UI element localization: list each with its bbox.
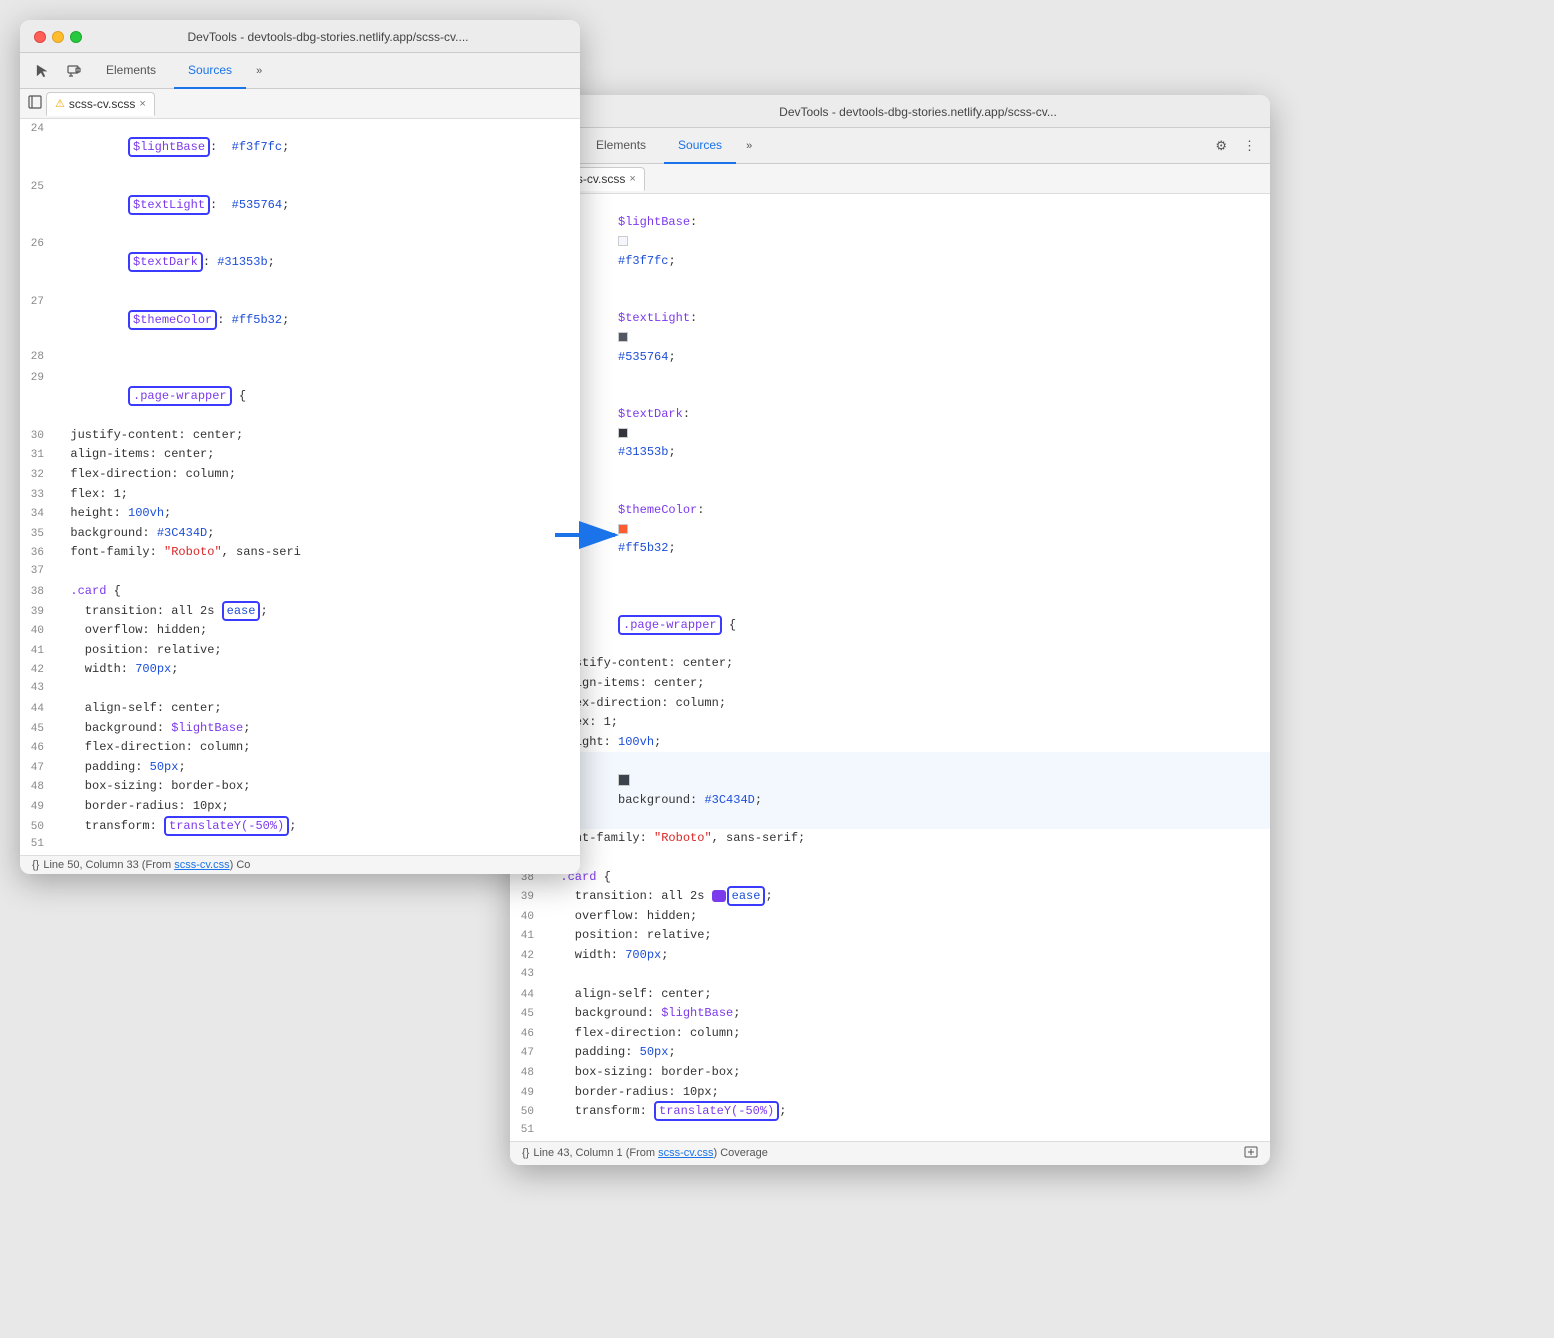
back-status-bar: {} Line 43, Column 1 (From scss-cv.css) …	[510, 1141, 1270, 1165]
back-status-icon[interactable]	[1244, 1145, 1258, 1162]
front-titlebar: DevTools - devtools-dbg-stories.netlify.…	[20, 20, 580, 53]
windows-container: DevTools - devtools-dbg-stories.netlify.…	[20, 20, 580, 874]
code-line-back-51: 51	[510, 1122, 1270, 1141]
code-line-back-34: 34 height: 100vh;	[510, 733, 1270, 753]
back-file-tabbar: ⚠ scss-cv.scss ×	[510, 164, 1270, 194]
code-line-front-41: 41 position: relative;	[20, 641, 580, 661]
back-status-braces: {}	[522, 1147, 529, 1159]
code-line-back-25: 25 $textLight: #535764;	[510, 290, 1270, 386]
front-devtools-tabbar: Elements Sources »	[20, 53, 580, 89]
code-line-front-40: 40 overflow: hidden;	[20, 621, 580, 641]
code-line-back-38: 38 .card {	[510, 868, 1270, 888]
front-cursor-icon[interactable]	[28, 57, 56, 85]
front-warning-icon: ⚠	[55, 97, 65, 110]
front-yellow-light[interactable]	[52, 31, 64, 43]
code-line-back-32: 32 flex-direction: column;	[510, 694, 1270, 714]
code-line-front-26: 26 $textDark: #31353b;	[20, 234, 580, 292]
code-line-back-37: 37	[510, 849, 1270, 868]
front-tab-more[interactable]: »	[250, 61, 268, 81]
front-sidebar-icon[interactable]	[28, 95, 42, 112]
front-red-light[interactable]	[34, 31, 46, 43]
code-line-front-43: 43	[20, 680, 580, 699]
back-titlebar: DevTools - devtools-dbg-stories.netlify.…	[510, 95, 1270, 128]
code-line-front-50: 50 transform: translateY(-50%);	[20, 817, 580, 837]
front-traffic-lights	[34, 31, 82, 43]
code-line-back-39: 39 transition: all 2s ease;	[510, 887, 1270, 907]
code-line-back-40: 40 overflow: hidden;	[510, 907, 1270, 927]
code-line-back-30: 30 justify-content: center;	[510, 654, 1270, 674]
code-line-back-48: 48 box-sizing: border-box;	[510, 1063, 1270, 1083]
code-line-front-49: 49 border-radius: 10px;	[20, 797, 580, 817]
code-line-front-48: 48 box-sizing: border-box;	[20, 777, 580, 797]
code-line-front-45: 45 background: $lightBase;	[20, 719, 580, 739]
code-line-front-36: 36 font-family: "Roboto", sans-seri	[20, 543, 580, 563]
code-line-front-37: 37	[20, 563, 580, 582]
code-line-back-27: 27 $themeColor: #ff5b32;	[510, 482, 1270, 578]
front-device-icon[interactable]	[60, 57, 88, 85]
front-devtools-window: DevTools - devtools-dbg-stories.netlify.…	[20, 20, 580, 874]
code-line-back-36: 36 font-family: "Roboto", sans-serif;	[510, 829, 1270, 849]
code-line-front-24: 24 $lightBase: #f3f7fc;	[20, 119, 580, 177]
code-line-front-33: 33 flex: 1;	[20, 485, 580, 505]
back-tab-sources[interactable]: Sources	[664, 128, 736, 164]
code-line-back-43: 43	[510, 966, 1270, 985]
code-line-front-32: 32 flex-direction: column;	[20, 465, 580, 485]
front-status-text: Line 50, Column 33 (From scss-cv.css) Co	[43, 859, 250, 871]
code-line-front-29: 29 .page-wrapper {	[20, 368, 580, 426]
back-gear-icon[interactable]: ⚙	[1209, 134, 1233, 158]
front-file-close-icon[interactable]: ×	[139, 98, 145, 110]
code-line-front-51: 51	[20, 836, 580, 855]
code-line-front-38: 38 .card {	[20, 582, 580, 602]
back-status-link[interactable]: scss-cv.css	[658, 1147, 713, 1159]
code-line-back-28: 28	[510, 578, 1270, 597]
back-window-title: DevTools - devtools-dbg-stories.netlify.…	[580, 105, 1256, 119]
code-line-front-30: 30 justify-content: center;	[20, 426, 580, 446]
code-line-front-44: 44 align-self: center;	[20, 699, 580, 719]
front-file-tabbar: ⚠ scss-cv.scss ×	[20, 89, 580, 119]
code-line-back-35: 35 background: #3C434D;	[510, 752, 1270, 829]
code-line-back-26: 26 $textDark: #31353b;	[510, 386, 1270, 482]
front-window-title: DevTools - devtools-dbg-stories.netlify.…	[90, 30, 566, 44]
code-line-front-28: 28	[20, 349, 580, 368]
code-line-back-46: 46 flex-direction: column;	[510, 1024, 1270, 1044]
back-dots-icon[interactable]: ⋮	[1237, 134, 1262, 158]
back-tab-more[interactable]: »	[740, 136, 758, 156]
back-tab-elements[interactable]: Elements	[582, 128, 660, 164]
code-line-front-35: 35 background: #3C434D;	[20, 524, 580, 544]
code-line-front-46: 46 flex-direction: column;	[20, 738, 580, 758]
code-line-back-45: 45 background: $lightBase;	[510, 1004, 1270, 1024]
code-line-back-47: 47 padding: 50px;	[510, 1043, 1270, 1063]
code-line-back-33: 33 flex: 1;	[510, 713, 1270, 733]
code-line-back-49: 49 border-radius: 10px;	[510, 1083, 1270, 1103]
code-line-front-42: 42 width: 700px;	[20, 660, 580, 680]
code-line-front-31: 31 align-items: center;	[20, 445, 580, 465]
front-file-tab-name: scss-cv.scss	[69, 97, 135, 111]
code-line-back-42: 42 width: 700px;	[510, 946, 1270, 966]
code-line-back-41: 41 position: relative;	[510, 926, 1270, 946]
back-devtools-tabbar: Elements Sources » ⚙ ⋮	[510, 128, 1270, 164]
code-line-front-39: 39 transition: all 2s ease;	[20, 602, 580, 622]
code-line-back-44: 44 align-self: center;	[510, 985, 1270, 1005]
code-line-front-25: 25 $textLight: #535764;	[20, 177, 580, 235]
back-devtools-window: DevTools - devtools-dbg-stories.netlify.…	[510, 95, 1270, 1165]
front-tab-elements[interactable]: Elements	[92, 53, 170, 89]
back-status-text: Line 43, Column 1 (From scss-cv.css) Cov…	[533, 1147, 768, 1159]
front-code-editor[interactable]: 24 $lightBase: #f3f7fc; 25 $textLight: #…	[20, 119, 580, 855]
code-line-front-27: 27 $themeColor: #ff5b32;	[20, 292, 580, 350]
back-file-close-icon[interactable]: ×	[629, 173, 635, 185]
back-code-editor[interactable]: 24 $lightBase: #f3f7fc; 25 $textLight: #…	[510, 194, 1270, 1141]
code-line-front-47: 47 padding: 50px;	[20, 758, 580, 778]
front-status-link[interactable]: scss-cv.css	[174, 859, 229, 871]
front-status-bar: {} Line 50, Column 33 (From scss-cv.css)…	[20, 855, 580, 874]
code-line-back-29: 29 .page-wrapper {	[510, 597, 1270, 655]
front-green-light[interactable]	[70, 31, 82, 43]
code-line-front-34: 34 height: 100vh;	[20, 504, 580, 524]
front-file-tab-scss[interactable]: ⚠ scss-cv.scss ×	[46, 92, 155, 116]
code-line-back-31: 31 align-items: center;	[510, 674, 1270, 694]
front-tab-sources[interactable]: Sources	[174, 53, 246, 89]
front-status-braces: {}	[32, 859, 39, 871]
code-line-back-24: 24 $lightBase: #f3f7fc;	[510, 194, 1270, 290]
code-line-back-50: 50 transform: translateY(-50%);	[510, 1102, 1270, 1122]
